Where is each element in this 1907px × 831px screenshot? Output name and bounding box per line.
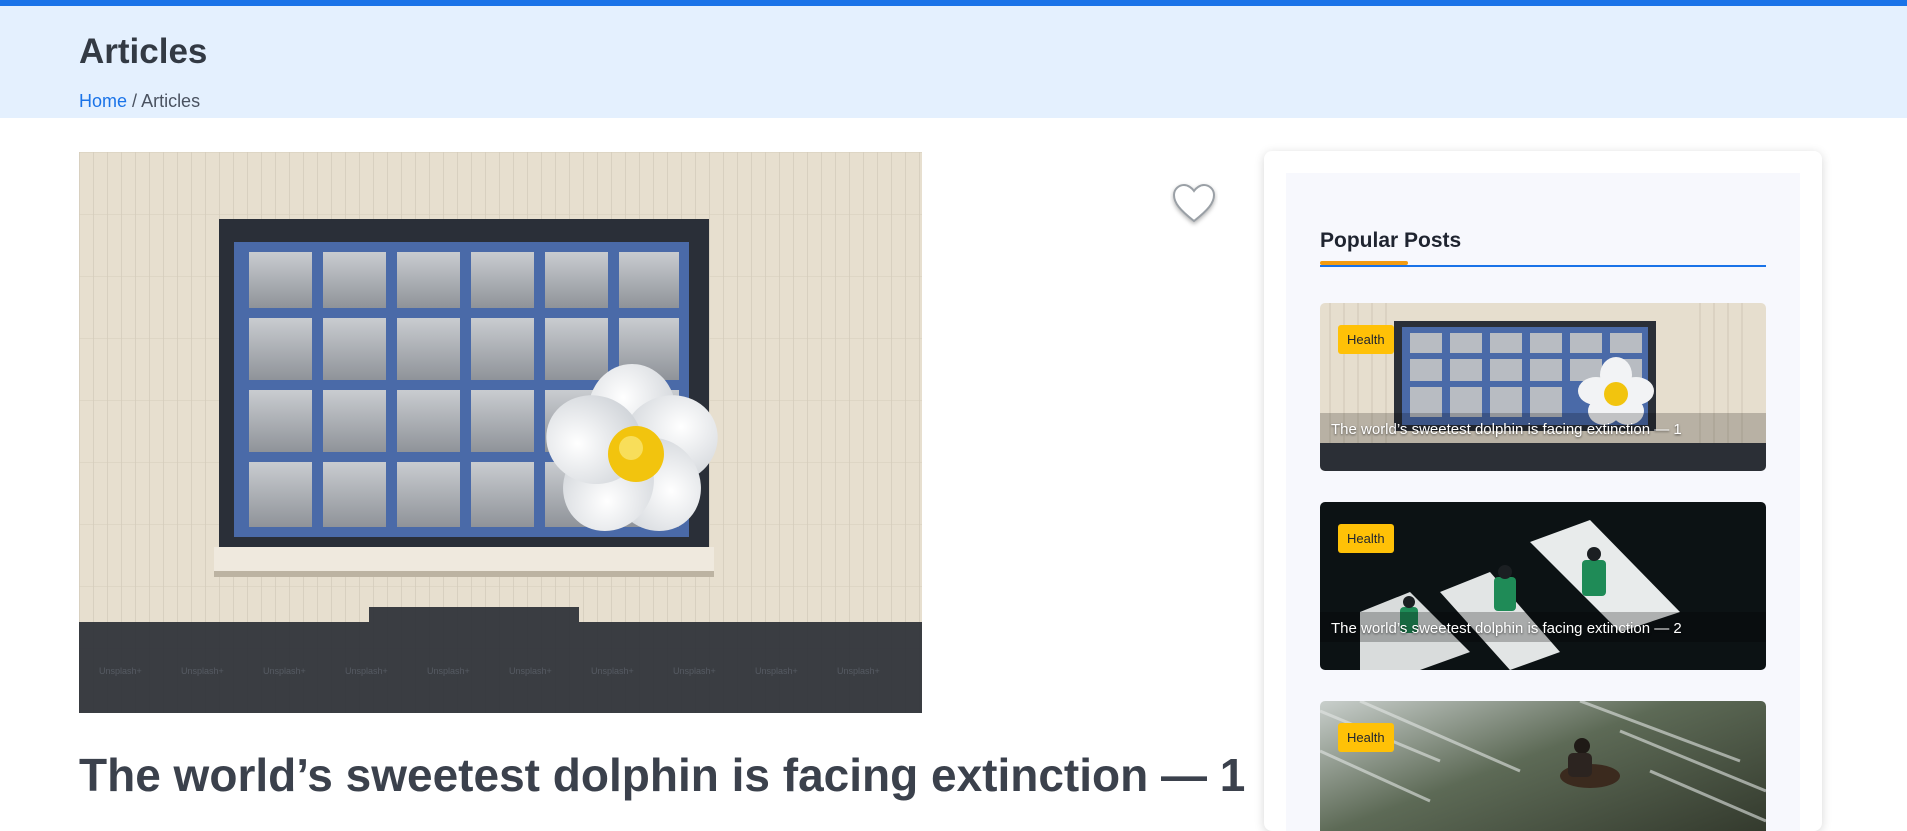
svg-text:Unsplash+: Unsplash+ bbox=[591, 666, 634, 676]
svg-text:Unsplash+: Unsplash+ bbox=[181, 666, 224, 676]
sidebar-panel: Popular Posts Health The world’s sweetes… bbox=[1286, 173, 1800, 831]
svg-text:Unsplash+: Unsplash+ bbox=[427, 666, 470, 676]
popular-post-card[interactable]: Health The world’s sweetest dolphin is f… bbox=[1320, 502, 1766, 670]
svg-text:Unsplash+: Unsplash+ bbox=[673, 666, 716, 676]
category-badge[interactable]: Health bbox=[1338, 524, 1394, 553]
svg-text:Unsplash+: Unsplash+ bbox=[99, 666, 142, 676]
breadcrumb-separator: / bbox=[132, 91, 138, 111]
svg-text:Unsplash+: Unsplash+ bbox=[509, 666, 552, 676]
breadcrumb-current: Articles bbox=[141, 91, 201, 111]
category-badge[interactable]: Health bbox=[1338, 325, 1394, 354]
post-title[interactable]: The world’s sweetest dolphin is facing e… bbox=[1331, 620, 1682, 637]
breadcrumb-home-link[interactable]: Home bbox=[79, 91, 127, 111]
popular-post-card[interactable]: Health bbox=[1320, 701, 1766, 831]
heart-icon[interactable] bbox=[1170, 180, 1218, 228]
svg-text:Unsplash+: Unsplash+ bbox=[345, 666, 388, 676]
popular-posts-title: Popular Posts bbox=[1320, 229, 1462, 252]
svg-text:Unsplash+: Unsplash+ bbox=[837, 666, 880, 676]
article-hero-image: Unsplash+ Unsplash+ Unsplash+ Unsplash+ … bbox=[79, 152, 922, 713]
post-thumbnail bbox=[1320, 701, 1766, 831]
page-title: Articles bbox=[79, 32, 208, 71]
svg-text:Unsplash+: Unsplash+ bbox=[263, 666, 306, 676]
popular-post-card[interactable]: Health The world’s sweetest dolphin is f… bbox=[1320, 303, 1766, 471]
category-badge[interactable]: Health bbox=[1338, 723, 1394, 752]
title-underline bbox=[1320, 265, 1766, 267]
title-accent-bar bbox=[1320, 261, 1408, 265]
article-title: The world’s sweetest dolphin is facing e… bbox=[79, 749, 1246, 801]
popular-posts-sidebar: Popular Posts Health The world’s sweetes… bbox=[1264, 151, 1822, 831]
breadcrumb: Home / Articles bbox=[79, 91, 200, 112]
page-header: Articles Home / Articles bbox=[0, 6, 1907, 118]
post-title[interactable]: The world’s sweetest dolphin is facing e… bbox=[1331, 421, 1682, 438]
svg-text:Unsplash+: Unsplash+ bbox=[755, 666, 798, 676]
